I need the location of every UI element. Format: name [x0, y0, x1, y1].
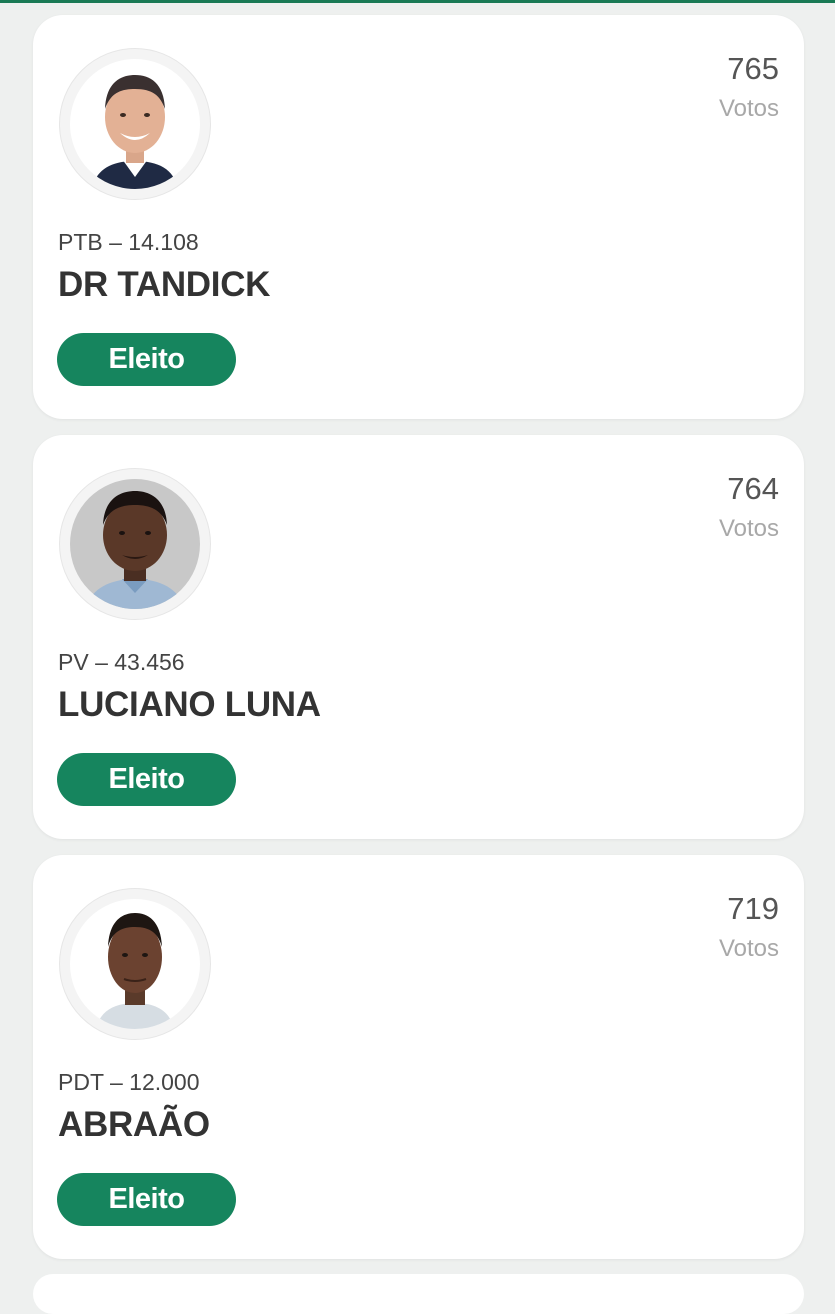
votes-count: 719 — [727, 891, 779, 926]
status-badge: Eleito — [57, 1173, 236, 1226]
status-badge: Eleito — [57, 753, 236, 806]
votes-count: 765 — [727, 51, 779, 86]
candidate-card[interactable]: 765 Votos PTB – 14.108 DR TANDICK Eleito — [33, 15, 804, 419]
votes-label: Votos — [718, 935, 779, 962]
candidate-card[interactable]: 719 Votos PDT – 12.000 ABRAÃO Eleito — [33, 855, 804, 1259]
avatar-frame — [59, 48, 211, 200]
candidate-name: LUCIANO LUNA — [58, 685, 321, 724]
status-badge: Eleito — [57, 333, 236, 386]
candidate-name: DR TANDICK — [58, 265, 271, 304]
votes-count: 764 — [727, 471, 779, 506]
votes-label: Votos — [718, 515, 779, 542]
next-candidate-card[interactable] — [33, 1274, 804, 1314]
party-number: PV – 43.456 — [58, 649, 185, 675]
party-number: PTB – 14.108 — [58, 229, 199, 255]
candidate-card[interactable]: 764 Votos PV – 43.456 LUCIANO LUNA Eleit… — [33, 435, 804, 839]
votes-label: Votos — [718, 95, 779, 122]
candidate-photo-icon — [70, 899, 200, 1029]
avatar-frame — [59, 468, 211, 620]
avatar-frame — [59, 888, 211, 1040]
party-number: PDT – 12.000 — [58, 1069, 200, 1095]
candidate-photo-icon — [70, 59, 200, 189]
candidate-name: ABRAÃO — [58, 1105, 210, 1144]
candidate-photo-icon — [70, 479, 200, 609]
top-accent-bar — [0, 0, 835, 3]
